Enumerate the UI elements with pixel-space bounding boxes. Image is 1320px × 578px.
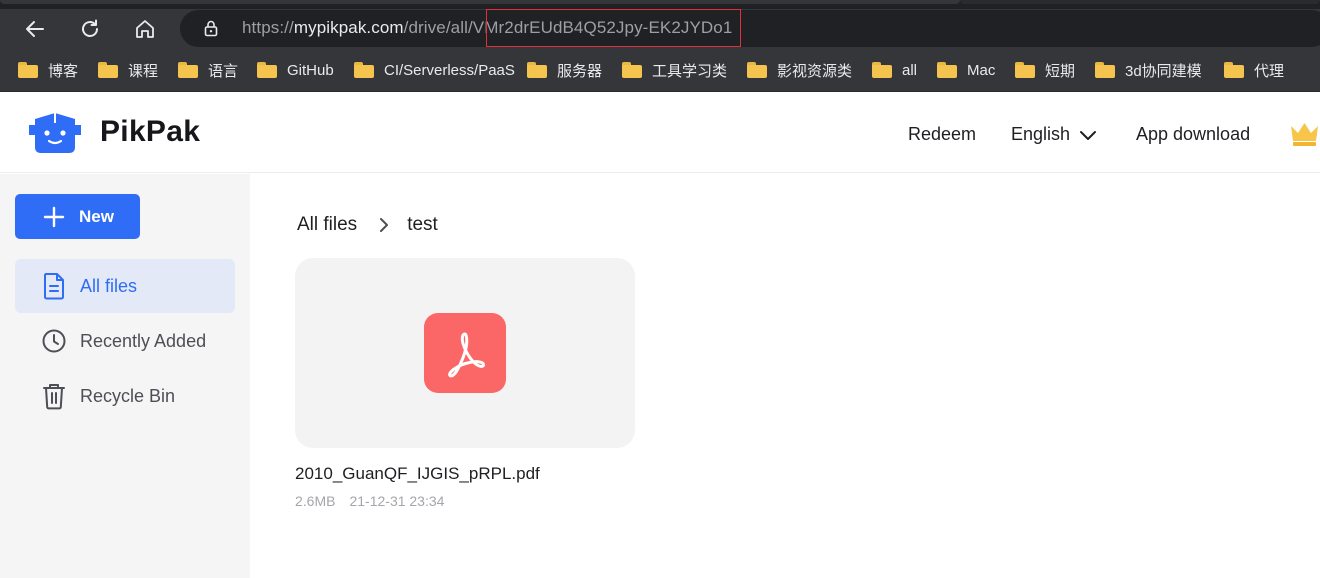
redeem-link[interactable]: Redeem — [908, 124, 976, 145]
file-name[interactable]: 2010_GuanQF_IJGIS_pRPL.pdf — [295, 464, 540, 484]
sidebar-item-all-files[interactable]: All files — [15, 259, 235, 313]
bookmark-label: 3d协同建模 — [1125, 62, 1202, 80]
arrow-left-icon — [26, 21, 44, 37]
bookmark-folder[interactable]: 语言 — [178, 59, 238, 81]
document-icon — [40, 272, 68, 300]
pdf-icon — [424, 313, 506, 393]
url-host: mypikpak.com — [293, 18, 404, 37]
bookmark-label: all — [902, 61, 918, 79]
active-tab-edge[interactable] — [0, 0, 960, 4]
breadcrumb-item-all-files[interactable]: All files — [297, 214, 357, 236]
folder-icon — [622, 62, 642, 78]
folder-icon — [1224, 62, 1244, 78]
app-download-link[interactable]: App download — [1136, 124, 1250, 145]
sidebar-item-recycle-bin[interactable]: Recycle Bin — [15, 369, 235, 423]
bookmark-label: 课程 — [128, 62, 159, 80]
address-bar[interactable]: https://mypikpak.com/drive/all/VMr2drEUd… — [180, 9, 1320, 47]
bookmarks-bar: 博客 课程 语言 GitHub CI/Serverless/PaaS 服务器 工… — [0, 49, 1320, 92]
reload-button[interactable] — [74, 13, 106, 45]
tab-strip — [0, 0, 1320, 9]
chevron-down-icon — [1080, 131, 1097, 141]
url-highlight-box — [486, 9, 741, 47]
bookmark-label: 代理 — [1254, 62, 1285, 80]
folder-icon — [98, 62, 118, 78]
chevron-right-icon — [379, 217, 389, 233]
new-button-label: New — [79, 206, 114, 226]
back-button[interactable] — [19, 13, 51, 45]
plus-icon — [43, 206, 65, 227]
language-label: English — [1011, 124, 1071, 144]
file-card[interactable] — [295, 258, 635, 448]
bookmark-label: 影视资源类 — [777, 62, 853, 80]
bookmark-label: GitHub — [287, 61, 334, 79]
new-button[interactable]: New — [15, 194, 140, 239]
lock-icon[interactable] — [202, 19, 220, 37]
bookmark-folder[interactable]: all — [872, 59, 917, 81]
sidebar-item-recently-added[interactable]: Recently Added — [15, 314, 235, 368]
folder-icon — [747, 62, 767, 78]
trash-icon — [40, 382, 68, 410]
bookmark-folder[interactable]: GitHub — [257, 59, 334, 81]
clock-icon — [40, 327, 68, 355]
bookmark-label: 工具学习类 — [652, 62, 728, 80]
app-header: PikPak Redeem English App download — [0, 93, 1320, 173]
bookmark-folder[interactable]: 短期 — [1015, 59, 1075, 81]
file-date: 21-12-31 23:34 — [349, 493, 445, 509]
bookmark-label: CI/Serverless/PaaS — [384, 61, 515, 79]
sidebar-item-label: Recycle Bin — [80, 385, 176, 406]
folder-icon — [354, 62, 374, 78]
folder-icon — [527, 62, 547, 78]
reload-icon — [82, 19, 98, 37]
folder-icon — [18, 62, 38, 78]
bookmark-label: 短期 — [1045, 62, 1076, 80]
home-button[interactable] — [129, 13, 161, 45]
brand-name[interactable]: PikPak — [100, 115, 200, 149]
bookmark-folder[interactable]: CI/Serverless/PaaS — [354, 59, 515, 81]
bookmark-label: Mac — [967, 61, 996, 79]
sidebar: New All files Recently Added Recycle Bin — [0, 174, 250, 578]
folder-icon — [257, 62, 277, 78]
bookmark-folder[interactable]: 博客 — [18, 59, 78, 81]
browser-toolbar: https://mypikpak.com/drive/all/VMr2drEUd… — [0, 9, 1320, 49]
breadcrumb-item-current: test — [407, 214, 438, 235]
url-path: /drive/all/ — [403, 18, 473, 37]
bookmark-folder[interactable]: 影视资源类 — [747, 59, 852, 81]
bookmark-label: 博客 — [48, 62, 79, 80]
pikpak-logo-icon[interactable] — [29, 111, 81, 155]
breadcrumb: All files test — [297, 214, 438, 236]
file-meta: 2.6MB 21-12-31 23:34 — [295, 493, 444, 509]
folder-icon — [1015, 62, 1035, 78]
bookmark-folder[interactable]: 代理 — [1224, 59, 1284, 81]
sidebar-item-label: All files — [80, 275, 138, 296]
bookmark-folder[interactable]: 3d协同建模 — [1095, 59, 1202, 81]
bookmark-folder[interactable]: 工具学习类 — [622, 59, 727, 81]
crown-icon[interactable] — [1289, 120, 1320, 146]
sidebar-item-label: Recently Added — [80, 330, 207, 351]
bookmark-folder[interactable]: 服务器 — [527, 59, 602, 81]
folder-icon — [937, 62, 957, 78]
language-selector[interactable]: English — [1011, 124, 1097, 145]
folder-icon — [872, 62, 892, 78]
bookmark-label: 服务器 — [557, 62, 603, 80]
folder-icon — [1095, 62, 1115, 78]
bookmark-folder[interactable]: Mac — [937, 59, 995, 81]
bookmark-folder[interactable]: 课程 — [98, 59, 158, 81]
inactive-tab-edge[interactable] — [960, 0, 1320, 4]
home-icon — [136, 20, 154, 38]
bookmark-label: 语言 — [208, 62, 239, 80]
file-size: 2.6MB — [295, 493, 336, 509]
url-scheme: https:// — [242, 18, 294, 37]
folder-icon — [178, 62, 198, 78]
